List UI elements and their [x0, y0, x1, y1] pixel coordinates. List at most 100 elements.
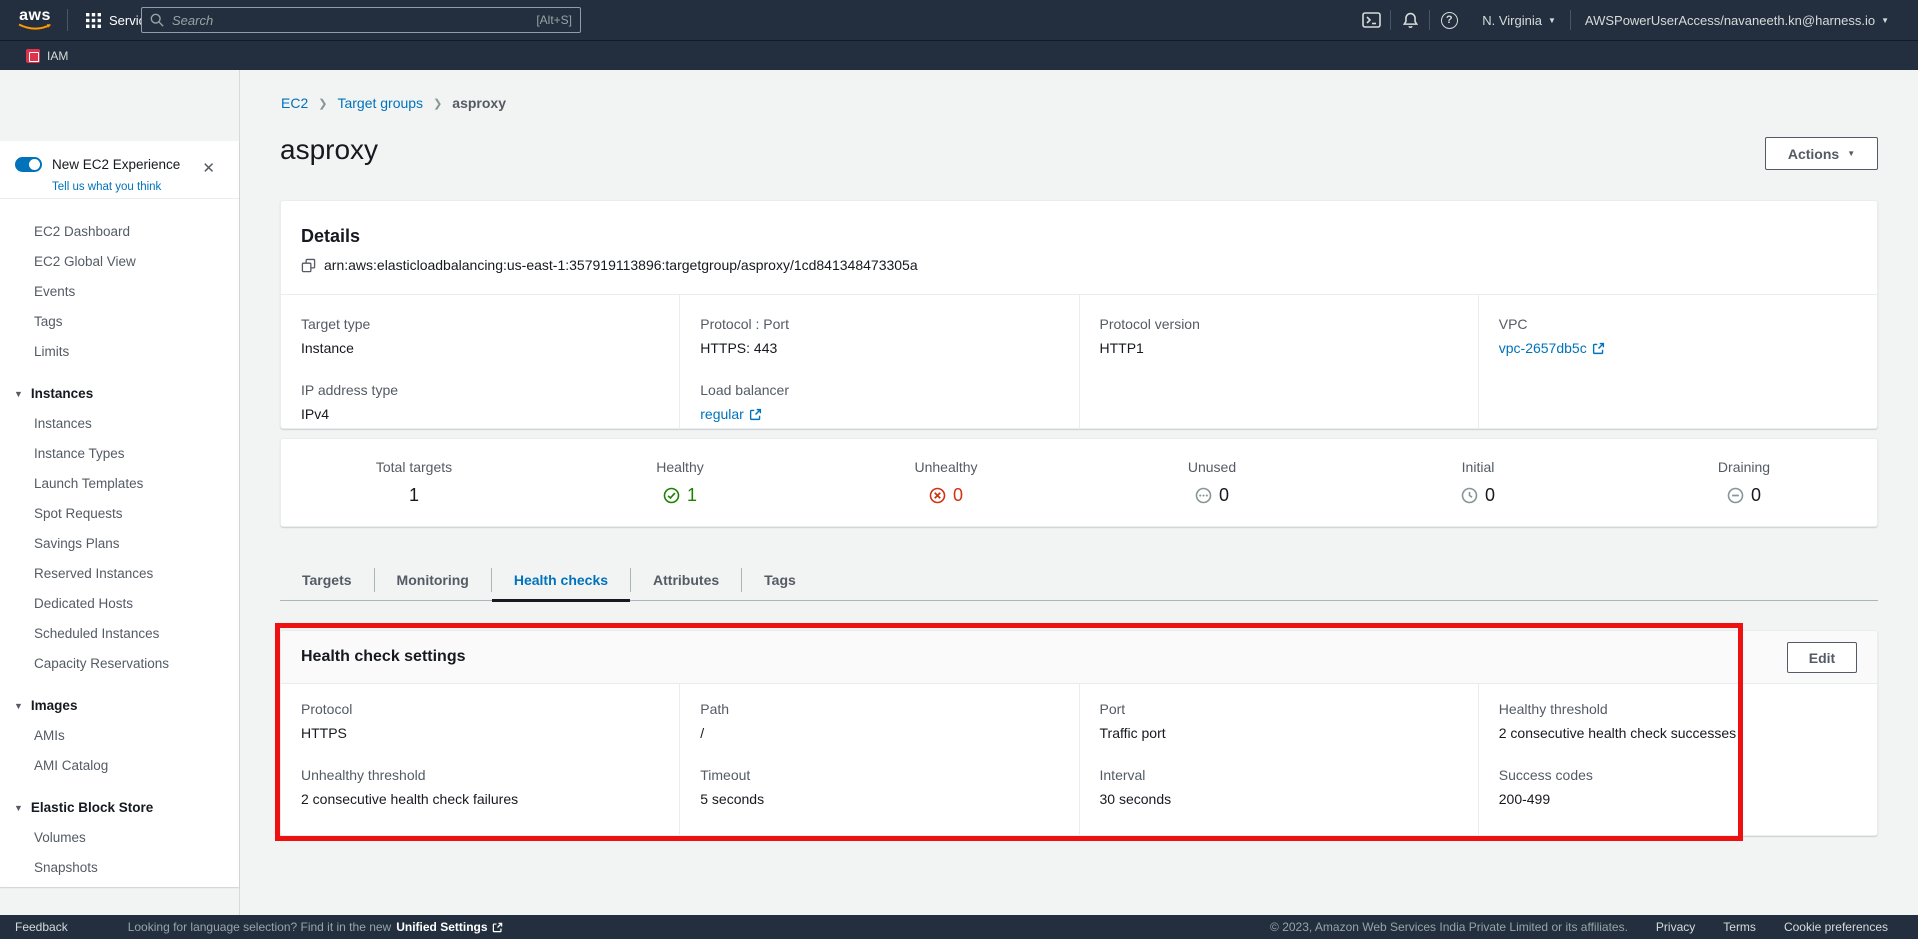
- x-circle-icon: [929, 487, 946, 504]
- chevron-down-icon: ▼: [14, 793, 23, 823]
- unused-stat: Unused 0: [1079, 439, 1345, 526]
- field-label: Healthy threshold: [1499, 700, 1857, 718]
- help-button[interactable]: ?: [1430, 0, 1468, 40]
- stat-value: 0: [1485, 484, 1495, 506]
- sidebar-item-instances[interactable]: Instances: [0, 409, 239, 439]
- notifications-button[interactable]: [1391, 0, 1429, 40]
- section-label: Instances: [31, 379, 93, 409]
- tab-attributes[interactable]: Attributes: [631, 560, 741, 601]
- field-label: VPC: [1499, 315, 1857, 333]
- hc-column-2: Path/ Timeout5 seconds: [679, 684, 1078, 835]
- footer-left-group: Feedback Looking for language selection?…: [0, 920, 503, 934]
- sidebar-item-scheduled-instances[interactable]: Scheduled Instances: [0, 619, 239, 649]
- health-check-grid: ProtocolHTTPS Unhealthy threshold2 conse…: [281, 684, 1877, 835]
- chevron-down-icon: ▼: [1548, 16, 1556, 25]
- stat-value: 1: [687, 484, 697, 506]
- actions-button[interactable]: Actions ▼: [1765, 137, 1878, 170]
- health-check-settings-title: Health check settings: [301, 648, 466, 666]
- favorite-iam-label: IAM: [47, 49, 68, 63]
- link-label: vpc-2657db5c: [1499, 339, 1587, 357]
- close-icon[interactable]: ✕: [202, 159, 215, 177]
- stat-value: 1: [409, 484, 419, 506]
- sidebar-item-ec2-global-view[interactable]: EC2 Global View: [0, 247, 239, 277]
- sidebar-section-instances[interactable]: ▼Instances: [0, 379, 239, 409]
- field-label: IP address type: [301, 381, 659, 399]
- cloudshell-button[interactable]: [1352, 0, 1390, 40]
- breadcrumb-ec2[interactable]: EC2: [281, 95, 308, 111]
- load-balancer-link[interactable]: regular: [700, 405, 762, 423]
- sidebar-section-ebs[interactable]: ▼Elastic Block Store: [0, 793, 239, 823]
- field-label: Load balancer: [700, 381, 1058, 399]
- stat-value: 0: [1751, 484, 1761, 506]
- field-value: IPv4: [301, 405, 659, 423]
- breadcrumb-target-groups[interactable]: Target groups: [337, 95, 423, 111]
- sidebar-section-images[interactable]: ▼Images: [0, 691, 239, 721]
- footer-bar: Feedback Looking for language selection?…: [0, 915, 1918, 939]
- sidebar-item-dedicated-hosts[interactable]: Dedicated Hosts: [0, 589, 239, 619]
- new-ec2-experience-toggle[interactable]: [15, 157, 42, 172]
- section-label: Images: [31, 691, 78, 721]
- sidebar-item-limits[interactable]: Limits: [0, 337, 239, 367]
- tab-tags[interactable]: Tags: [742, 560, 818, 601]
- sidebar-item-capacity-reservations[interactable]: Capacity Reservations: [0, 649, 239, 679]
- sidebar-item-savings-plans[interactable]: Savings Plans: [0, 529, 239, 559]
- field-label: Port: [1100, 700, 1458, 718]
- details-heading: Details: [281, 201, 1877, 247]
- arn-text: arn:aws:elasticloadbalancing:us-east-1:3…: [324, 257, 918, 273]
- bell-icon: [1402, 12, 1419, 29]
- sidebar-item-spot-requests[interactable]: Spot Requests: [0, 499, 239, 529]
- aws-logo-text: aws: [19, 8, 51, 23]
- field-value: 2 consecutive health check successes: [1499, 724, 1857, 742]
- search-input[interactable]: [172, 13, 536, 28]
- sidebar-item-amis[interactable]: AMIs: [0, 721, 239, 751]
- aws-logo[interactable]: aws: [15, 8, 55, 32]
- aws-console-screen: aws Services [Alt+S] ?: [0, 0, 1918, 939]
- breadcrumb: EC2 ❯ Target groups ❯ asproxy: [281, 95, 506, 111]
- feedback-link[interactable]: Feedback: [15, 920, 68, 934]
- sidebar-item-events[interactable]: Events: [0, 277, 239, 307]
- hc-column-3: PortTraffic port Interval30 seconds: [1079, 684, 1478, 835]
- sidebar-item-ami-catalog[interactable]: AMI Catalog: [0, 751, 239, 781]
- sidebar-item-ec2-dashboard[interactable]: EC2 Dashboard: [0, 217, 239, 247]
- target-group-tabs: Targets Monitoring Health checks Attribu…: [280, 560, 1878, 601]
- chevron-down-icon: ▼: [1847, 149, 1855, 158]
- privacy-link[interactable]: Privacy: [1656, 920, 1695, 934]
- tab-monitoring[interactable]: Monitoring: [375, 560, 491, 601]
- unified-settings-link[interactable]: Unified Settings: [396, 920, 502, 934]
- tell-us-link[interactable]: Tell us what you think: [52, 181, 161, 193]
- favorite-iam-link[interactable]: IAM: [26, 49, 68, 63]
- field-value: Traffic port: [1100, 724, 1458, 742]
- sidebar-item-volumes[interactable]: Volumes: [0, 823, 239, 853]
- check-circle-icon: [663, 487, 680, 504]
- ellipsis-circle-icon: [1195, 487, 1212, 504]
- account-menu[interactable]: AWSPowerUserAccess/navaneeth.kn@harness.…: [1571, 13, 1903, 28]
- field-label: Unhealthy threshold: [301, 766, 659, 784]
- terms-link[interactable]: Terms: [1723, 920, 1756, 934]
- stat-label: Total targets: [281, 458, 547, 476]
- field-label: Target type: [301, 315, 659, 333]
- iam-service-icon: [26, 49, 40, 63]
- cloudshell-icon: [1362, 12, 1381, 28]
- region-selector[interactable]: N. Virginia ▼: [1468, 13, 1570, 28]
- copy-icon[interactable]: [301, 258, 316, 273]
- field-value: 30 seconds: [1100, 790, 1458, 808]
- tab-health-checks[interactable]: Health checks: [492, 560, 630, 601]
- cookie-preferences-link[interactable]: Cookie preferences: [1784, 920, 1888, 934]
- aws-smile-icon: [18, 23, 52, 32]
- sidebar-item-snapshots[interactable]: Snapshots: [0, 853, 239, 883]
- actions-label: Actions: [1788, 146, 1839, 162]
- footer-right-group: © 2023, Amazon Web Services India Privat…: [1270, 920, 1888, 934]
- sidebar-item-instance-types[interactable]: Instance Types: [0, 439, 239, 469]
- edit-button[interactable]: Edit: [1787, 642, 1857, 673]
- sidebar-item-launch-templates[interactable]: Launch Templates: [0, 469, 239, 499]
- details-column-2: Protocol : PortHTTPS: 443 Load balancer …: [679, 295, 1078, 428]
- field-value: HTTPS: [301, 724, 659, 742]
- new-experience-toggle-row: New EC2 Experience: [15, 157, 180, 172]
- tab-targets[interactable]: Targets: [280, 560, 374, 601]
- sidebar-item-tags[interactable]: Tags: [0, 307, 239, 337]
- global-search-box[interactable]: [Alt+S]: [141, 7, 581, 33]
- external-link-icon: [1592, 342, 1605, 355]
- sidebar-item-reserved-instances[interactable]: Reserved Instances: [0, 559, 239, 589]
- vpc-link[interactable]: vpc-2657db5c: [1499, 339, 1605, 357]
- stat-value: 0: [953, 484, 963, 506]
